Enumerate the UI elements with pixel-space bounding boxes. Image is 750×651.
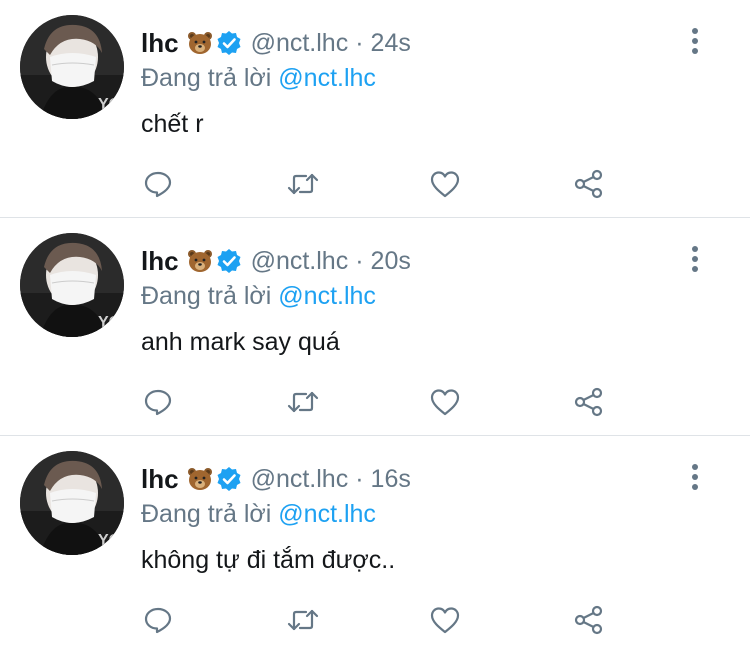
retweet-icon	[287, 391, 319, 413]
author-name[interactable]: lhc	[141, 464, 179, 495]
retweet-button[interactable]	[285, 384, 321, 420]
author-handle[interactable]: @nct.lhc	[251, 247, 349, 276]
share-icon	[574, 169, 603, 199]
bear-face-icon	[187, 468, 212, 490]
share-button[interactable]	[571, 166, 607, 202]
separator: ·	[355, 246, 364, 275]
like-button[interactable]	[427, 602, 463, 638]
tweet[interactable]: YO lhc @nct.lhc · 24s Đang trả lời @nct.…	[0, 0, 750, 218]
svg-text:YO: YO	[98, 314, 121, 331]
share-button[interactable]	[571, 384, 607, 420]
more-vertical-icon[interactable]	[683, 26, 707, 56]
share-button[interactable]	[571, 602, 607, 638]
tweet[interactable]: YO lhc @nct.lhc · 16s Đang trả lời @nct.…	[0, 436, 750, 651]
reply-context: Đang trả lời @nct.lhc	[141, 282, 376, 311]
reply-button[interactable]	[140, 384, 176, 420]
verified-badge-icon	[217, 249, 241, 273]
tweet-header: lhc @nct.lhc · 16s	[141, 462, 411, 496]
retweet-button[interactable]	[285, 602, 321, 638]
verified-badge-icon	[217, 31, 241, 55]
like-button[interactable]	[427, 166, 463, 202]
more-vertical-icon[interactable]	[683, 244, 707, 274]
tweet-header: lhc @nct.lhc · 24s	[141, 26, 411, 60]
timestamp[interactable]: 16s	[371, 465, 411, 494]
avatar[interactable]: YO	[20, 451, 124, 555]
reply-context: Đang trả lời @nct.lhc	[141, 64, 376, 93]
reply-icon	[144, 171, 172, 198]
like-button[interactable]	[427, 384, 463, 420]
avatar[interactable]: YO	[20, 233, 124, 337]
reply-icon	[144, 389, 172, 416]
retweet-button[interactable]	[285, 166, 321, 202]
like-icon	[430, 607, 460, 634]
tweet-text: không tự đi tắm được..	[141, 546, 396, 574]
reply-mention-link[interactable]: @nct.lhc	[278, 282, 376, 310]
reply-icon	[144, 607, 172, 634]
reply-prefix: Đang trả lời	[141, 500, 272, 528]
tweet[interactable]: YO lhc @nct.lhc · 20s Đang trả lời @nct.…	[0, 218, 750, 436]
reply-context: Đang trả lời @nct.lhc	[141, 500, 376, 529]
tweet-text: chết r	[141, 110, 204, 138]
more-vertical-icon[interactable]	[683, 462, 707, 492]
verified-badge-icon	[217, 467, 241, 491]
svg-text:YO: YO	[98, 532, 121, 549]
timestamp[interactable]: 20s	[371, 247, 411, 276]
separator: ·	[355, 464, 364, 493]
reply-prefix: Đang trả lời	[141, 282, 272, 310]
reply-mention-link[interactable]: @nct.lhc	[278, 64, 376, 92]
tweet-feed: YO lhc @nct.lhc · 24s Đang trả lời @nct.…	[0, 0, 750, 651]
svg-text:YO: YO	[98, 96, 121, 113]
tweet-actions	[0, 166, 750, 202]
separator: ·	[355, 28, 364, 57]
bear-face-icon	[187, 32, 212, 54]
share-icon	[574, 605, 603, 635]
retweet-icon	[287, 173, 319, 195]
retweet-icon	[287, 609, 319, 631]
author-handle[interactable]: @nct.lhc	[251, 29, 349, 58]
reply-button[interactable]	[140, 602, 176, 638]
reply-button[interactable]	[140, 166, 176, 202]
like-icon	[430, 389, 460, 416]
tweet-actions	[0, 384, 750, 420]
avatar[interactable]: YO	[20, 15, 124, 119]
bear-face-icon	[187, 250, 212, 272]
like-icon	[430, 171, 460, 198]
author-name[interactable]: lhc	[141, 246, 179, 277]
tweet-text: anh mark say quá	[141, 328, 340, 356]
reply-prefix: Đang trả lời	[141, 64, 272, 92]
author-name[interactable]: lhc	[141, 28, 179, 59]
timestamp[interactable]: 24s	[371, 29, 411, 58]
tweet-actions	[0, 602, 750, 638]
reply-mention-link[interactable]: @nct.lhc	[278, 500, 376, 528]
author-handle[interactable]: @nct.lhc	[251, 465, 349, 494]
share-icon	[574, 387, 603, 417]
tweet-header: lhc @nct.lhc · 20s	[141, 244, 411, 278]
